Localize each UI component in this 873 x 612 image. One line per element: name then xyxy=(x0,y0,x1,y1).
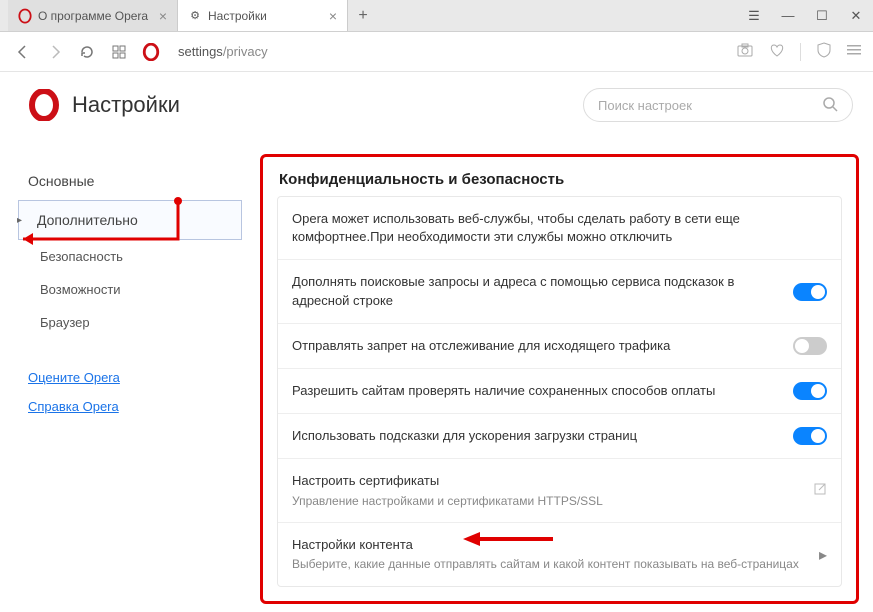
address-path: settings xyxy=(178,44,223,59)
page-title-text: Настройки xyxy=(72,92,180,118)
setting-certificates[interactable]: Настроить сертификаты Управление настрой… xyxy=(278,459,841,523)
sidebar: Основные ▸ Дополнительно Безопасность Во… xyxy=(0,72,260,612)
reload-button[interactable] xyxy=(76,41,98,63)
setting-title: Разрешить сайтам проверять наличие сохра… xyxy=(292,382,781,400)
sidebar-item-label: Основные xyxy=(28,173,94,189)
address-sub: /privacy xyxy=(223,44,268,59)
setting-title: Opera может использовать веб-службы, что… xyxy=(292,210,827,246)
separator xyxy=(800,43,801,61)
sidebar-links: Оцените Opera Справка Opera xyxy=(18,363,242,421)
address-bar[interactable]: settings/privacy xyxy=(172,44,726,59)
tab-label: Настройки xyxy=(208,9,267,23)
new-tab-button[interactable]: + xyxy=(348,0,378,31)
toolbar-icons xyxy=(736,41,861,62)
setting-intro: Opera может использовать веб-службы, что… xyxy=(278,197,841,260)
back-button[interactable] xyxy=(12,41,34,63)
snapshot-icon[interactable] xyxy=(736,41,754,62)
sidebar-item-label: Браузер xyxy=(40,315,90,330)
annotation-arrow xyxy=(13,191,193,251)
minimize-button[interactable]: — xyxy=(771,0,805,32)
shield-icon[interactable] xyxy=(815,41,833,62)
sidebar-item-label: Безопасность xyxy=(40,249,123,264)
opera-icon xyxy=(140,41,162,63)
sidebar-link-help[interactable]: Справка Opera xyxy=(18,392,242,421)
close-icon[interactable]: × xyxy=(159,8,167,24)
sidebar-item-advanced[interactable]: ▸ Дополнительно xyxy=(18,200,242,240)
setting-payment-check[interactable]: Разрешить сайтам проверять наличие сохра… xyxy=(278,369,841,414)
link-text[interactable]: Справка Opera xyxy=(28,399,119,414)
setting-title: Использовать подсказки для ускорения заг… xyxy=(292,427,781,445)
tab-strip: О программе Opera × ⚙ Настройки × + xyxy=(0,0,378,31)
setting-preload[interactable]: Использовать подсказки для ускорения заг… xyxy=(278,414,841,459)
chevron-right-icon: ▸ xyxy=(819,545,827,565)
link-text[interactable]: Оцените Opera xyxy=(28,370,120,385)
settings-list: Opera может использовать веб-службы, что… xyxy=(277,196,842,587)
sidebar-item-browser[interactable]: Браузер xyxy=(18,306,242,339)
window-controls: ☰ — ☐ ✕ xyxy=(737,0,873,31)
sidebar-link-rate[interactable]: Оцените Opera xyxy=(18,363,242,392)
setting-title: Отправлять запрет на отслеживание для ис… xyxy=(292,337,781,355)
setting-content-settings[interactable]: Настройки контента Выберите, какие данны… xyxy=(278,523,841,586)
external-link-icon xyxy=(813,482,827,499)
toggle-switch[interactable] xyxy=(793,337,827,355)
setting-subtitle: Выберите, какие данные отправлять сайтам… xyxy=(292,556,807,573)
close-icon[interactable]: × xyxy=(329,8,337,24)
setting-do-not-track[interactable]: Отправлять запрет на отслеживание для ис… xyxy=(278,324,841,369)
heart-icon[interactable] xyxy=(768,41,786,62)
tab-settings[interactable]: ⚙ Настройки × xyxy=(178,0,348,31)
easy-setup-icon[interactable]: ☰ xyxy=(737,0,771,32)
panel-title: Конфиденциальность и безопасность xyxy=(277,167,842,196)
speed-dial-button[interactable] xyxy=(108,41,130,63)
toolbar: settings/privacy xyxy=(0,32,873,72)
privacy-panel: Конфиденциальность и безопасность Opera … xyxy=(260,154,859,604)
setting-title: Дополнять поисковые запросы и адреса с п… xyxy=(292,273,781,309)
annotation-arrow xyxy=(458,529,558,549)
forward-button[interactable] xyxy=(44,41,66,63)
setting-subtitle: Управление настройками и сертификатами H… xyxy=(292,493,801,510)
sidebar-item-label: Возможности xyxy=(40,282,121,297)
tab-about-opera[interactable]: О программе Opera × xyxy=(8,0,178,31)
toggle-switch[interactable] xyxy=(793,283,827,301)
window-close-button[interactable]: ✕ xyxy=(839,0,873,32)
titlebar: О программе Opera × ⚙ Настройки × + ☰ — … xyxy=(0,0,873,32)
page-title: Настройки xyxy=(28,89,180,121)
gear-icon: ⚙ xyxy=(188,9,202,23)
tab-label: О программе Opera xyxy=(38,9,148,23)
opera-icon xyxy=(18,9,32,23)
content: Основные ▸ Дополнительно Безопасность Во… xyxy=(0,72,873,612)
opera-logo-icon xyxy=(28,89,60,121)
toggle-switch[interactable] xyxy=(793,427,827,445)
sidebar-item-features[interactable]: Возможности xyxy=(18,273,242,306)
toggle-switch[interactable] xyxy=(793,382,827,400)
maximize-button[interactable]: ☐ xyxy=(805,0,839,32)
main-panel: Конфиденциальность и безопасность Opera … xyxy=(260,72,873,612)
setting-autocomplete[interactable]: Дополнять поисковые запросы и адреса с п… xyxy=(278,260,841,323)
setting-title: Настроить сертификаты xyxy=(292,472,801,490)
menu-icon[interactable] xyxy=(847,43,861,60)
